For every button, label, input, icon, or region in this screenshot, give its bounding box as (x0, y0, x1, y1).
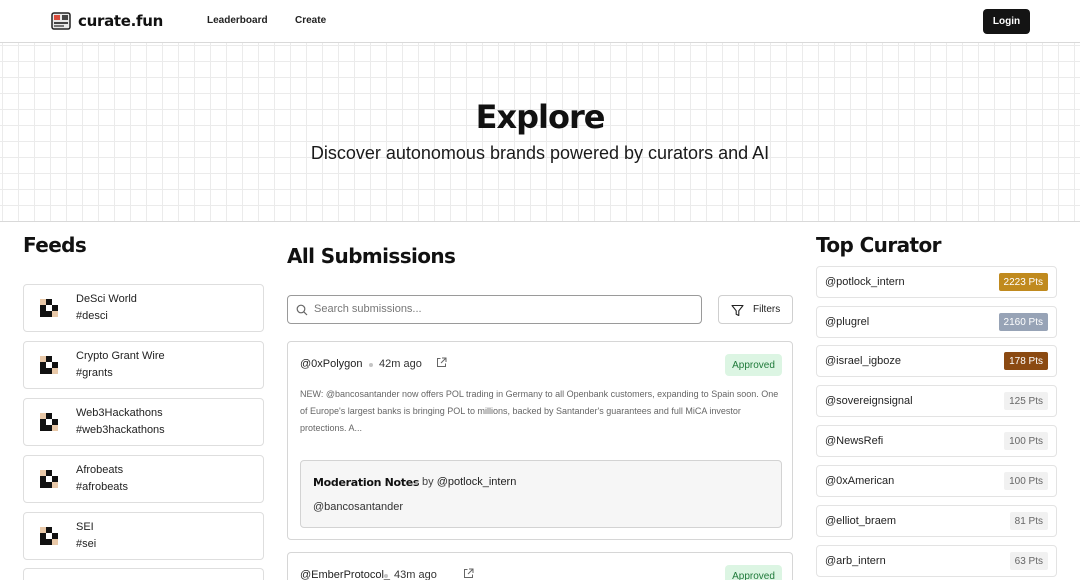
search-input[interactable]: Search submissions... (287, 295, 702, 324)
curator-row[interactable]: @0xAmerican 100 Pts (816, 465, 1057, 497)
feed-tag: #desci (76, 310, 108, 322)
submissions-title: All Submissions (287, 244, 456, 268)
curator-name: @arb_intern (825, 555, 886, 567)
feed-card[interactable] (23, 568, 264, 580)
curator-row[interactable]: @elliot_braem 81 Pts (816, 505, 1057, 537)
curator-row[interactable]: @israel_igboze 178 Pts (816, 345, 1057, 377)
feed-icon (40, 527, 58, 545)
curator-name: @NewsRefi (825, 435, 884, 447)
notes-author: by @potlock_intern (422, 476, 516, 488)
top-header: curate.fun Leaderboard Create Login (0, 0, 1080, 43)
login-button[interactable]: Login (983, 9, 1030, 34)
feed-name: SEI (76, 521, 94, 533)
logo-text: curate.fun (78, 12, 164, 30)
filter-icon (731, 304, 744, 317)
feed-name: Web3Hackathons (76, 407, 163, 419)
feed-icon (40, 413, 58, 431)
submission-body: NEW: @bancosantander now offers POL trad… (300, 389, 779, 433)
curator-row[interactable]: @plugrel 2160 Pts (816, 306, 1057, 338)
filters-button[interactable]: Filters (718, 295, 793, 324)
curator-row[interactable]: @NewsRefi 100 Pts (816, 425, 1057, 457)
logo[interactable]: curate.fun (50, 10, 163, 32)
curator-points: 125 Pts (1004, 392, 1048, 410)
curator-points: 100 Pts (1004, 432, 1048, 450)
feed-tag: #sei (76, 538, 97, 550)
feed-name: Afrobeats (76, 464, 124, 476)
external-link-icon[interactable] (463, 568, 474, 579)
status-badge: Approved (725, 565, 782, 580)
curator-points: 81 Pts (1009, 512, 1048, 530)
feed-tag: #web3hackathons (76, 424, 165, 436)
feed-card[interactable]: Crypto Grant Wire #grants (23, 341, 264, 389)
logo-icon (51, 12, 71, 30)
feed-tag: #afrobeats (76, 481, 128, 493)
status-badge: Approved (725, 354, 782, 376)
curator-name: @0xAmerican (825, 475, 895, 487)
submission-time: 43m ago (394, 569, 437, 580)
feeds-title: Feeds (23, 233, 87, 257)
curator-row[interactable]: @sovereignsignal 125 Pts (816, 385, 1057, 417)
search-placeholder: Search submissions... (314, 303, 422, 315)
feed-card[interactable]: SEI #sei (23, 512, 264, 560)
submission-user[interactable]: @EmberProtocol_ (300, 569, 390, 580)
separator-dot (369, 363, 373, 367)
feed-icon (40, 299, 58, 317)
feed-card[interactable]: DeSci World #desci (23, 284, 264, 332)
curator-name: @israel_igboze (825, 355, 901, 367)
curator-points: 2160 Pts (998, 313, 1048, 331)
curator-row[interactable]: @arb_intern 63 Pts (816, 545, 1057, 577)
curator-name: @plugrel (825, 316, 870, 328)
curator-name: @potlock_intern (825, 276, 905, 288)
moderation-notes: Moderation Notes by @potlock_intern @ban… (300, 460, 782, 528)
feed-card[interactable]: Afrobeats #afrobeats (23, 455, 264, 503)
feed-card[interactable]: Web3Hackathons #web3hackathons (23, 398, 264, 446)
external-link-icon[interactable] (436, 357, 447, 368)
notes-title: Moderation Notes (313, 476, 420, 489)
feed-icon (40, 356, 58, 374)
feed-name: DeSci World (76, 293, 137, 305)
curator-points: 178 Pts (1004, 352, 1048, 370)
notes-text: @bancosantander (313, 501, 404, 513)
search-icon (296, 304, 308, 316)
curators-title: Top Curator (816, 233, 941, 257)
separator-dot (415, 482, 418, 485)
nav-create[interactable]: Create (295, 15, 326, 26)
hero-section: Explore Discover autonomous brands power… (0, 43, 1080, 222)
feed-name: Crypto Grant Wire (76, 350, 165, 362)
submission-time: 42m ago (379, 358, 422, 370)
curator-row[interactable]: @potlock_intern 2223 Pts (816, 266, 1057, 298)
notes-author-handle[interactable]: @potlock_intern (437, 476, 517, 488)
page-title: Explore (475, 98, 606, 136)
nav-leaderboard[interactable]: Leaderboard (207, 15, 268, 26)
curator-points: 63 Pts (1009, 552, 1048, 570)
curator-name: @elliot_braem (825, 515, 897, 527)
submission-user[interactable]: @0xPolygon (300, 358, 363, 370)
submission-card: @EmberProtocol_ 43m ago Approved (287, 552, 793, 580)
curator-points: 2223 Pts (998, 273, 1048, 291)
curator-points: 100 Pts (1004, 472, 1048, 490)
notes-by-prefix: by (422, 476, 434, 488)
page-subtitle: Discover autonomous brands powered by cu… (310, 143, 770, 163)
submission-card: @0xPolygon 42m ago Approved NEW: @bancos… (287, 341, 793, 540)
separator-dot (384, 574, 388, 578)
curator-name: @sovereignsignal (825, 395, 913, 407)
filters-label: Filters (753, 304, 781, 315)
feed-icon (40, 470, 58, 488)
feed-tag: #grants (76, 367, 113, 379)
